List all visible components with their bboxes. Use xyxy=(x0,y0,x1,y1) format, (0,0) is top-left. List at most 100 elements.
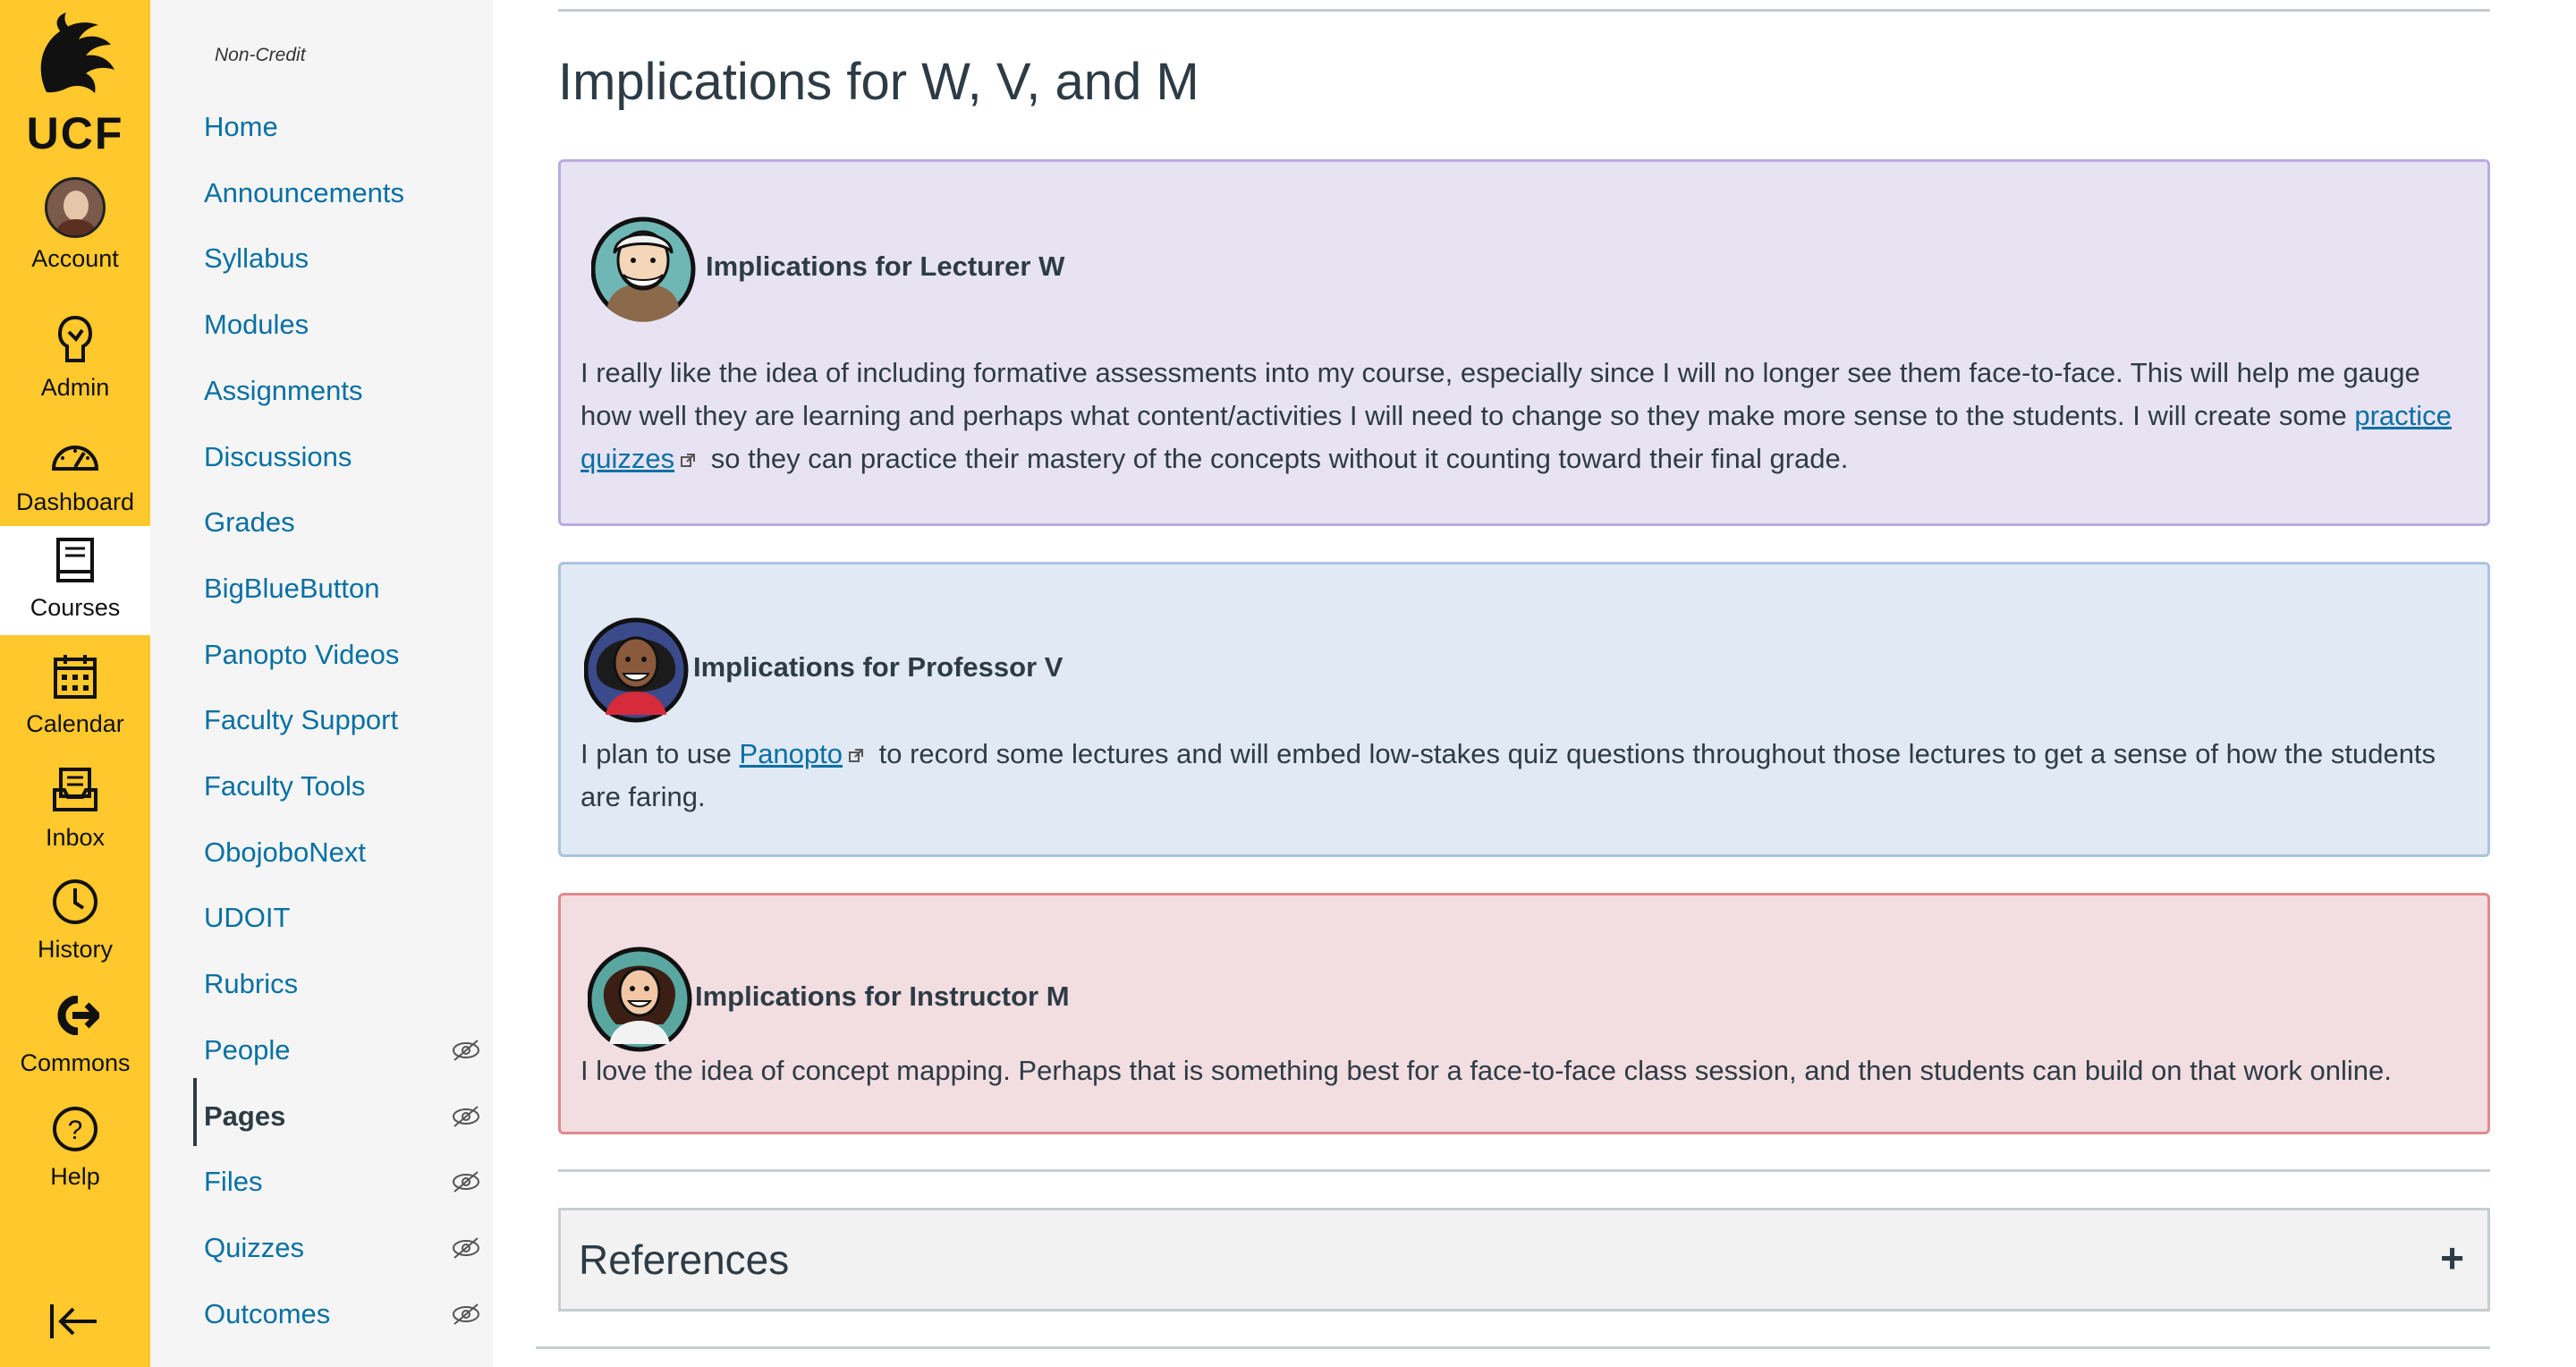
course-nav-label: Syllabus xyxy=(204,242,309,274)
course-nav-label: Home xyxy=(204,111,278,142)
global-nav-calendar[interactable]: Calendar xyxy=(0,642,150,750)
global-nav-dashboard[interactable]: Dashboard xyxy=(0,420,150,528)
course-nav-item-panopto-videos[interactable]: Panopto Videos xyxy=(204,633,490,677)
divider xyxy=(536,1346,2490,1349)
course-nav-item-files[interactable]: Files xyxy=(204,1159,490,1204)
hidden-eye-icon xyxy=(453,1040,479,1061)
course-nav-item-faculty-tools[interactable]: Faculty Tools xyxy=(204,764,490,809)
admin-icon xyxy=(48,313,102,367)
card-text-part: so they can practice their mastery of th… xyxy=(703,443,1849,474)
calendar-icon xyxy=(48,650,102,703)
global-nav-courses[interactable]: Courses xyxy=(0,526,150,635)
card-text: I really like the idea of including form… xyxy=(580,352,2452,480)
course-nav-label: Outcomes xyxy=(204,1298,331,1329)
course-nav-item-pages[interactable]: Pages xyxy=(204,1094,490,1139)
course-nav-item-outcomes[interactable]: Outcomes xyxy=(204,1292,490,1337)
course-nav-label: Modules xyxy=(204,309,309,340)
course-nav-label: Assignments xyxy=(204,375,363,406)
global-nav-admin[interactable]: Admin xyxy=(0,306,150,413)
hidden-eye-icon xyxy=(453,1237,479,1259)
global-nav-label: Inbox xyxy=(45,824,106,851)
lecturer-w-avatar-icon xyxy=(591,217,696,322)
collapse-nav-icon[interactable] xyxy=(47,1299,100,1344)
divider xyxy=(558,1169,2490,1172)
course-nav-item-bigbluebutton[interactable]: BigBlueButton xyxy=(204,566,490,611)
course-nav-item-quizzes[interactable]: Quizzes xyxy=(204,1226,490,1270)
course-nav-label: Quizzes xyxy=(204,1232,304,1263)
dashboard-icon xyxy=(48,428,102,481)
references-accordion[interactable]: References + xyxy=(558,1208,2490,1312)
card-professor-v: Implications for Professor V I plan to u… xyxy=(558,562,2490,857)
courses-icon xyxy=(48,533,102,587)
course-nav-item-obojobonext[interactable]: ObojoboNext xyxy=(204,830,490,875)
course-nav-item-people[interactable]: People xyxy=(204,1028,490,1073)
commons-icon xyxy=(48,989,102,1042)
course-nav-item-discussions[interactable]: Discussions xyxy=(204,435,490,480)
global-nav-history[interactable]: History xyxy=(0,868,150,975)
card-header: Implications for Professor V xyxy=(584,609,1063,726)
active-indicator xyxy=(193,1078,197,1146)
panopto-link[interactable]: Panopto xyxy=(740,738,843,769)
course-nav-label: Faculty Tools xyxy=(204,770,366,802)
global-nav-label: Help xyxy=(50,1163,100,1190)
course-nav-label: Announcements xyxy=(204,177,405,208)
global-nav-label: Commons xyxy=(20,1049,131,1076)
course-nav-label: ObojoboNext xyxy=(204,836,366,868)
global-nav-label: History xyxy=(37,936,113,963)
card-text-part: I really like the idea of including form… xyxy=(580,357,2420,431)
global-nav-commons[interactable]: Commons xyxy=(0,981,150,1089)
course-nav-item-announcements[interactable]: Announcements xyxy=(204,171,490,216)
course-nav-item-grades[interactable]: Grades xyxy=(204,500,490,545)
card-title: Implications for Lecturer W xyxy=(706,250,1065,282)
avatar-icon xyxy=(45,177,106,238)
card-text-part: I plan to use xyxy=(580,738,740,769)
course-term: Non-Credit xyxy=(215,45,306,65)
course-nav-label: Pages xyxy=(204,1100,286,1132)
ucf-logo[interactable]: UCF xyxy=(0,7,150,159)
accordion-title: References xyxy=(579,1236,790,1283)
page-title: Implications for W, V, and M xyxy=(558,53,1199,111)
course-nav-label: Grades xyxy=(204,506,295,538)
course-nav-label: Panopto Videos xyxy=(204,639,400,670)
course-nav-item-udoit[interactable]: UDOIT xyxy=(204,896,490,940)
page-content: Implications for W, V, and M Implication… xyxy=(493,0,2576,1367)
card-header: Implications for Lecturer W xyxy=(591,208,1064,325)
course-nav-label: Faculty Support xyxy=(204,704,399,735)
global-nav-label: Courses xyxy=(30,594,121,621)
hidden-eye-icon xyxy=(453,1171,479,1193)
course-nav-item-modules[interactable]: Modules xyxy=(204,302,490,347)
course-navigation: Non-Credit Home Announcements Syllabus Modu… xyxy=(150,0,493,1367)
professor-v-avatar-icon xyxy=(584,617,689,723)
external-link-icon xyxy=(849,748,864,762)
course-nav-item-assignments[interactable]: Assignments xyxy=(204,369,490,413)
hidden-eye-icon xyxy=(453,1303,479,1325)
hidden-eye-icon xyxy=(453,1106,479,1127)
card-lecturer-w: Implications for Lecturer W I really lik… xyxy=(558,159,2490,526)
global-nav-label: Dashboard xyxy=(15,488,135,515)
card-instructor-m: Implications for Instructor M I love the… xyxy=(558,893,2490,1134)
global-nav-label: Calendar xyxy=(26,710,124,737)
card-title: Implications for Instructor M xyxy=(695,981,1070,1012)
course-nav-label: Files xyxy=(204,1166,263,1197)
card-text: I plan to use Panopto to record some lec… xyxy=(580,733,2452,819)
course-nav-label: People xyxy=(204,1034,291,1066)
course-nav-item-faculty-support[interactable]: Faculty Support xyxy=(204,698,490,743)
course-nav-label: Discussions xyxy=(204,441,352,472)
course-nav-item-rubrics[interactable]: Rubrics xyxy=(204,962,490,1006)
global-nav-label: Admin xyxy=(40,374,110,401)
global-nav-label: Account xyxy=(31,245,119,272)
course-nav-item-syllabus[interactable]: Syllabus xyxy=(204,236,490,281)
global-nav-account[interactable]: Account xyxy=(0,177,150,284)
card-header: Implications for Instructor M xyxy=(588,938,1070,1055)
course-nav-label: UDOIT xyxy=(204,902,291,933)
card-text: I love the idea of concept mapping. Perh… xyxy=(580,1055,2392,1086)
instructor-m-avatar-icon xyxy=(588,947,692,1052)
global-nav-help[interactable]: ? Help xyxy=(0,1095,150,1202)
expand-plus-icon: + xyxy=(2440,1235,2464,1281)
history-icon xyxy=(48,875,102,929)
help-icon: ? xyxy=(48,1102,102,1156)
inbox-icon xyxy=(48,763,102,817)
course-nav-item-home[interactable]: Home xyxy=(204,105,490,149)
divider xyxy=(558,9,2490,12)
global-nav-inbox[interactable]: Inbox xyxy=(0,756,150,863)
